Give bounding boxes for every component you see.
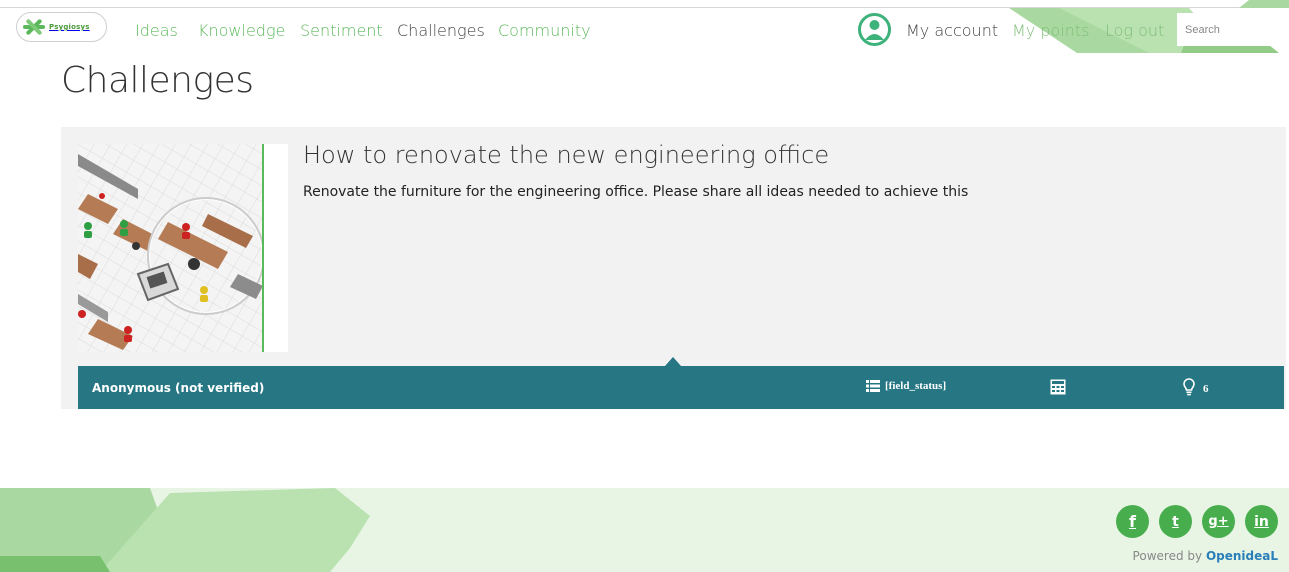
challenge-card: How to renovate the new engineering offi… [61, 127, 1286, 409]
footer: f t g+ in Powered by OpenideaL [0, 488, 1289, 572]
nav-ideas[interactable]: Ideas [135, 21, 178, 40]
google-plus-icon[interactable]: g+ [1202, 505, 1235, 538]
ideas-group: 6 [1183, 378, 1209, 396]
challenge-status: [field_status] [885, 380, 947, 392]
linkedin-icon[interactable]: in [1245, 505, 1278, 538]
top-divider [0, 7, 1289, 8]
powered-brand-link[interactable]: OpenideaL [1206, 549, 1278, 563]
lightbulb-icon [1183, 378, 1195, 396]
facebook-icon[interactable]: f [1116, 505, 1149, 538]
brand-logo[interactable]: Psygiosys [16, 12, 107, 42]
challenge-meta-bar: Anonymous (not verified) [field_status] … [78, 357, 1284, 409]
logo-text: Psygiosys [49, 23, 90, 31]
challenge-author: Anonymous (not verified) [92, 381, 265, 395]
user-avatar-icon[interactable] [858, 13, 891, 46]
powered-prefix: Powered by [1132, 549, 1203, 563]
logo-icon [23, 19, 45, 35]
header: Psygiosys Ideas Knowledge Sentiment Chal… [0, 0, 1289, 56]
nav-community[interactable]: Community [498, 21, 591, 40]
footer-decoration [0, 488, 370, 572]
my-account-link[interactable]: My account [906, 21, 998, 40]
bar-notch [665, 357, 681, 366]
my-points-link[interactable]: My points [1012, 21, 1090, 40]
log-out-link[interactable]: Log out [1105, 21, 1164, 40]
challenge-description: Renovate the furniture for the engineeri… [303, 184, 969, 200]
calendar-icon [1050, 379, 1066, 395]
powered-by: Powered by OpenideaL [1133, 549, 1278, 563]
idea-count: 6 [1203, 382, 1209, 395]
image-strip [262, 144, 288, 352]
office-floorplan-image [78, 144, 286, 352]
challenge-title[interactable]: How to renovate the new engineering offi… [303, 141, 829, 169]
nav-challenges[interactable]: Challenges [397, 21, 485, 40]
challenge-image[interactable] [78, 144, 286, 352]
list-icon [866, 380, 880, 392]
search-input[interactable] [1177, 13, 1289, 46]
page-title: Challenges [61, 60, 254, 101]
nav-knowledge[interactable]: Knowledge [198, 21, 285, 40]
status-group: [field_status] [866, 380, 946, 392]
twitter-icon[interactable]: t [1159, 505, 1192, 538]
nav-sentiment[interactable]: Sentiment [300, 21, 383, 40]
